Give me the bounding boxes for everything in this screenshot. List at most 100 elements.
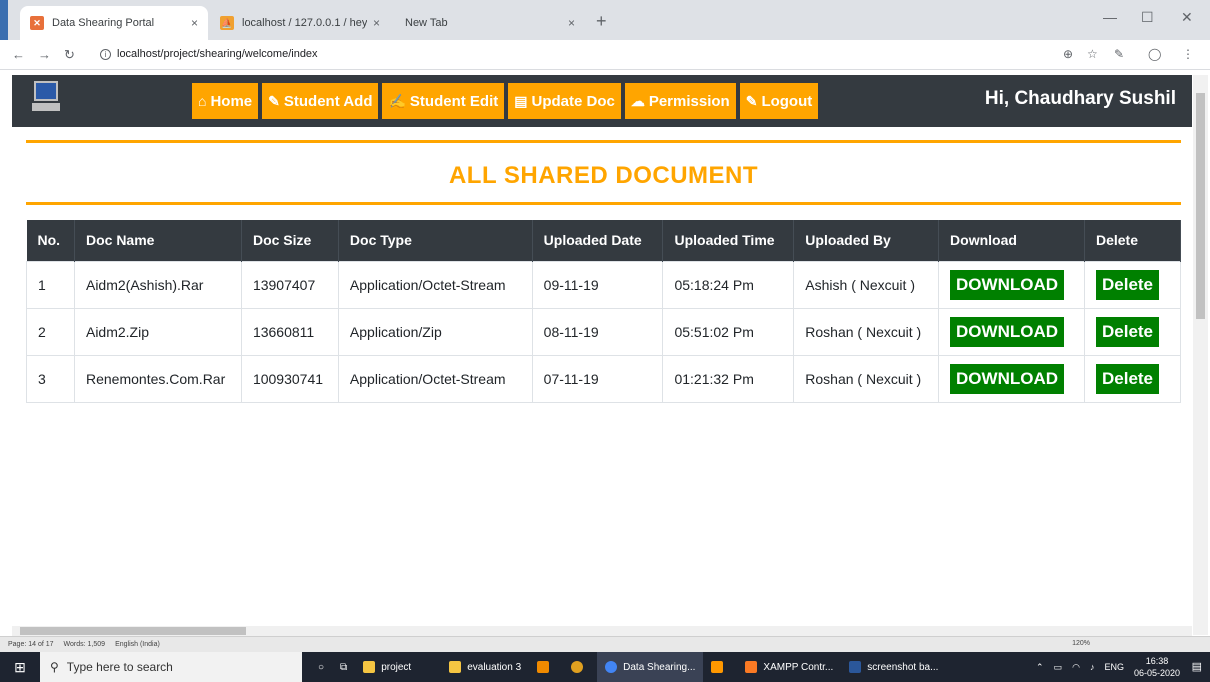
cell-delete: Delete: [1083, 260, 1182, 309]
forward-icon[interactable]: →: [38, 47, 51, 62]
nav-home[interactable]: ⌂ Home: [192, 83, 259, 119]
zoom-icon[interactable]: ⊕: [1063, 47, 1073, 61]
cell-uploaded-date: 09-11-19: [531, 260, 664, 309]
taskbar-app-evaluation[interactable]: evaluation 3: [419, 652, 529, 682]
page-title: ALL SHARED DOCUMENT: [448, 162, 759, 189]
pencil-icon: ✎: [745, 92, 758, 109]
taskbar-app-chrome[interactable]: Data Shearing...: [597, 652, 704, 682]
zoom-level[interactable]: 120%: [1072, 640, 1090, 647]
nav-student-add[interactable]: ✎ Student Add: [262, 83, 379, 119]
cell-uploaded-by: Roshan ( Nexcuit ): [793, 307, 940, 356]
download-button[interactable]: DOWNLOAD: [950, 363, 1065, 394]
tab-data-shearing-portal[interactable]: ✕ Data Shearing Portal ×: [20, 6, 208, 40]
cortana-icon[interactable]: ○: [302, 652, 332, 682]
back-icon[interactable]: ←: [12, 47, 25, 62]
taskbar-search[interactable]: ⚲ Type here to search: [40, 652, 302, 682]
taskbar-app-xampp[interactable]: XAMPP Contr...: [737, 652, 841, 682]
col-header: Delete: [1084, 220, 1182, 261]
word-count: Words: 1,509: [63, 641, 106, 648]
col-header: Doc Size: [241, 220, 339, 261]
url-field[interactable]: i localhost/project/shearing/welcome/inde…: [100, 48, 318, 60]
home-icon: ⌂: [198, 93, 207, 109]
nav-update-doc[interactable]: ▤ Update Doc: [508, 83, 621, 119]
col-header: Download: [938, 220, 1085, 261]
volume-icon[interactable]: ♪: [1090, 662, 1095, 672]
scroll-thumb[interactable]: [20, 627, 246, 635]
windows-start-icon[interactable]: ⊞: [0, 652, 40, 682]
folder-icon: [449, 661, 462, 673]
close-icon[interactable]: ×: [568, 16, 575, 30]
notification-icon[interactable]: ▤: [1192, 660, 1202, 673]
tab-phpmyadmin[interactable]: ⛵ localhost / 127.0.0.1 / heysushil_ ×: [210, 6, 390, 40]
tab-new-tab[interactable]: New Tab ×: [395, 6, 585, 40]
window-edge: [0, 0, 8, 40]
close-icon[interactable]: ×: [191, 16, 198, 30]
table-row: 2 Aidm2.Zip 13660811 Application/Zip 08-…: [26, 307, 1182, 356]
extension-icon[interactable]: ✎: [1114, 47, 1124, 61]
cell-doc-type: Application/Zip: [337, 307, 533, 356]
minimize-icon[interactable]: —: [1103, 9, 1117, 25]
nav-permission[interactable]: ☁ Permission: [624, 83, 736, 119]
nav-student-edit[interactable]: ✍ Student Edit: [382, 83, 505, 119]
user-greeting: Hi, Chaudhary Sushil: [984, 88, 1176, 109]
url-text: localhost/project/shearing/welcome/index: [117, 48, 318, 60]
cell-doc-type: Application/Octet-Stream: [337, 260, 533, 309]
cell-doc-type: Application/Octet-Stream: [337, 354, 533, 403]
app-label: XAMPP Contr...: [763, 661, 834, 673]
nav-label: Update Doc: [531, 92, 615, 110]
reload-icon[interactable]: ↻: [64, 47, 75, 63]
delete-button[interactable]: Delete: [1095, 269, 1160, 300]
clock[interactable]: 16:38 06-05-2020: [1134, 655, 1180, 679]
col-header: Uploaded By: [793, 220, 940, 261]
tab-title: New Tab: [405, 17, 448, 29]
wifi-icon[interactable]: ◠: [1072, 662, 1080, 673]
app-label: evaluation 3: [467, 661, 522, 673]
app-icon[interactable]: [563, 652, 597, 682]
nav-label: Student Edit: [409, 92, 499, 110]
menu-icon[interactable]: ⋮: [1182, 47, 1194, 61]
search-placeholder: Type here to search: [66, 660, 173, 674]
download-button[interactable]: DOWNLOAD: [950, 269, 1065, 300]
chrome-icon: [605, 661, 618, 673]
close-window-icon[interactable]: ✕: [1181, 9, 1193, 26]
vlc-icon[interactable]: [529, 652, 563, 682]
documents-table: No. Doc Name Doc Size Doc Type Uploaded …: [26, 220, 1182, 403]
nav-logout[interactable]: ✎ Logout: [739, 83, 819, 119]
horizontal-scrollbar[interactable]: [12, 626, 1192, 636]
delete-button[interactable]: Delete: [1095, 316, 1160, 347]
table-row: 1 Aidm2(Ashish).Rar 13907407 Application…: [26, 260, 1182, 309]
task-view-icon[interactable]: ⧉: [332, 652, 355, 682]
maximize-icon[interactable]: ☐: [1141, 9, 1154, 26]
sublime-icon[interactable]: [703, 652, 737, 682]
date: 06-05-2020: [1133, 668, 1180, 678]
taskbar-app-project[interactable]: project: [355, 652, 419, 682]
app-label: project: [381, 661, 412, 673]
file-icon: ▤: [514, 92, 528, 109]
download-button[interactable]: DOWNLOAD: [950, 316, 1065, 347]
language-indicator[interactable]: ENG: [1104, 662, 1124, 672]
folder-icon: [363, 661, 376, 673]
taskbar-app-word[interactable]: screenshot ba...: [841, 652, 946, 682]
time: 16:38: [1145, 656, 1169, 666]
phpmyadmin-icon: ⛵: [220, 16, 234, 30]
info-icon[interactable]: i: [100, 49, 111, 60]
star-icon[interactable]: ☆: [1087, 47, 1098, 61]
battery-icon[interactable]: ▭: [1054, 662, 1063, 673]
delete-button[interactable]: Delete: [1095, 363, 1160, 394]
col-header: Uploaded Time: [662, 220, 795, 261]
scroll-thumb[interactable]: [1196, 93, 1205, 319]
tab-title: Data Shearing Portal: [52, 17, 155, 29]
vertical-scrollbar[interactable]: [1193, 75, 1208, 635]
cell-no: 2: [26, 307, 75, 356]
chevron-up-icon[interactable]: ⌃: [1036, 662, 1044, 673]
language: English (India): [115, 641, 160, 648]
profile-icon[interactable]: ◯: [1148, 47, 1161, 61]
close-icon[interactable]: ×: [373, 16, 380, 30]
cell-download: DOWNLOAD: [938, 260, 1085, 309]
main-menu: ⌂ Home ✎ Student Add ✍ Student Edit ▤ Update…: [192, 83, 819, 119]
computer-logo-icon[interactable]: [32, 81, 60, 115]
cell-doc-size: 13907407: [240, 260, 339, 309]
table-row: 3 Renemontes.Com.Rar 100930741 Applicati…: [26, 354, 1182, 403]
nav-label: Permission: [648, 92, 730, 110]
new-tab-button[interactable]: +: [596, 12, 607, 30]
